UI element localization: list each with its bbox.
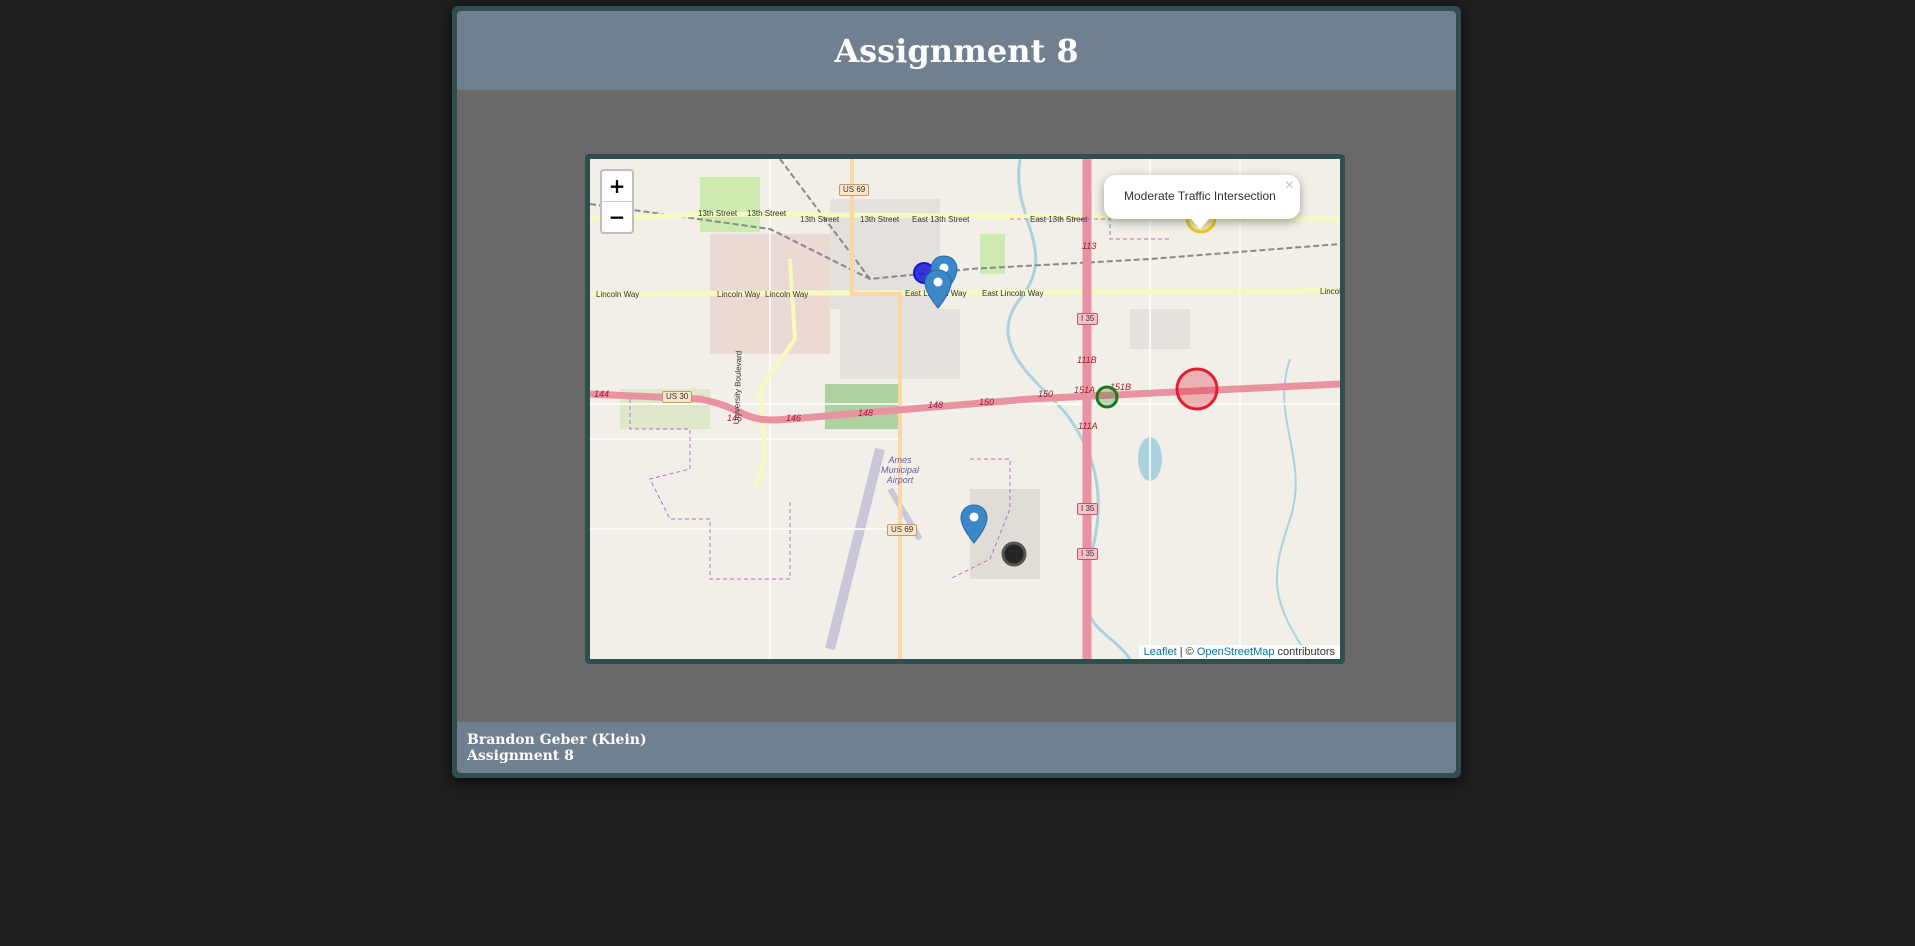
map-pin-icon[interactable] [924, 269, 952, 309]
map-frame: 13th Street 13th Street 13th Street 13th… [585, 154, 1345, 664]
openstreetmap-link[interactable]: OpenStreetMap [1197, 646, 1275, 658]
attribution-separator: | © [1176, 646, 1197, 658]
main-content: 13th Street 13th Street 13th Street 13th… [457, 90, 1456, 722]
popup-text: Moderate Traffic Intersection [1124, 189, 1276, 203]
popup-close-icon[interactable]: × [1285, 177, 1294, 195]
page-header: Assignment 8 [457, 11, 1456, 91]
green-circle-marker[interactable] [1095, 385, 1119, 409]
page-footer: Brandon Geber (Klein) Assignment 8 [457, 722, 1456, 773]
page-container: Assignment 8 13th Street 13th Street 13t… [452, 6, 1461, 778]
black-circle-marker[interactable] [1001, 541, 1027, 567]
map-view[interactable]: 13th Street 13th Street 13th Street 13th… [590, 159, 1340, 659]
page-title: Assignment 8 [834, 32, 1079, 70]
zoom-control: + − [600, 169, 634, 234]
marker-layer [913, 202, 1219, 567]
leaflet-link[interactable]: Leaflet [1144, 646, 1177, 658]
zoom-out-button[interactable]: − [602, 202, 632, 232]
zoom-in-button[interactable]: + [602, 171, 632, 202]
red-circle-marker[interactable] [1175, 367, 1219, 411]
attribution-suffix: contributors [1274, 646, 1335, 658]
map-pin-icon[interactable] [960, 504, 988, 544]
footer-assignment: Assignment 8 [467, 748, 574, 764]
popup-tip [1190, 218, 1210, 229]
map-attribution: Leaflet | © OpenStreetMap contributors [1138, 645, 1340, 659]
map-popup: Moderate Traffic Intersection × [1104, 175, 1300, 229]
footer-author: Brandon Geber (Klein) [467, 732, 647, 748]
